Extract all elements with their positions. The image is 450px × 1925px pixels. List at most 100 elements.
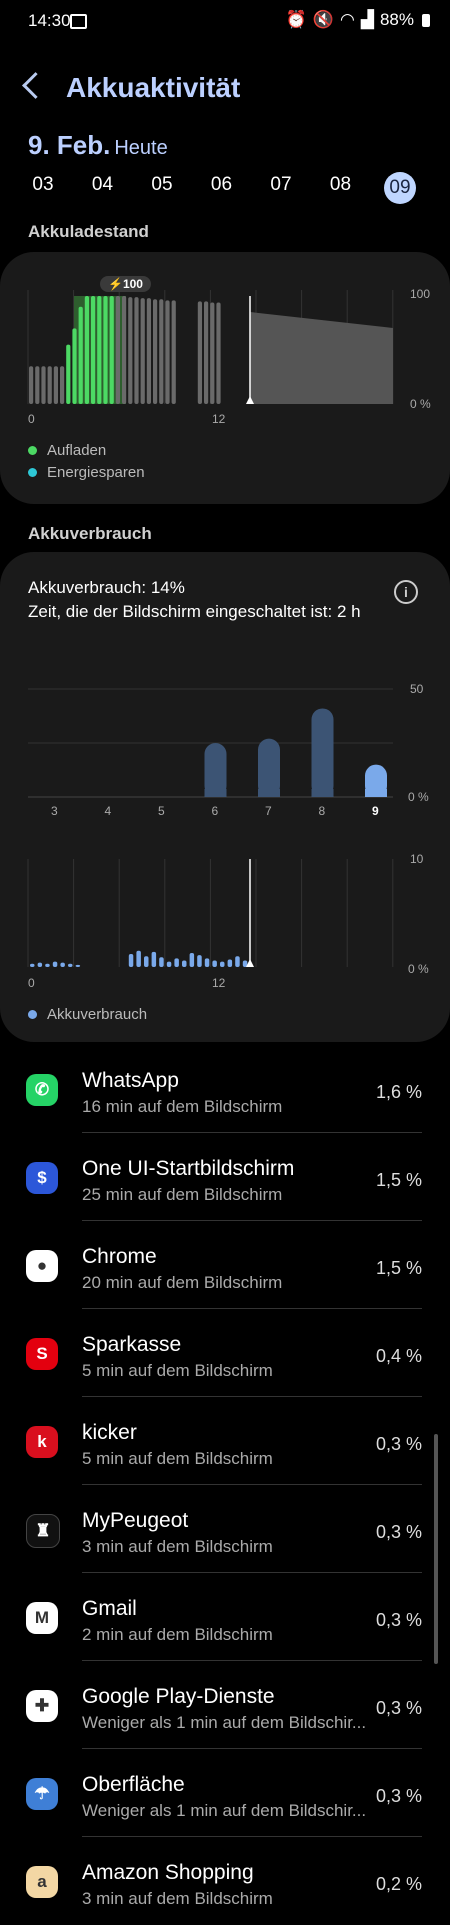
daily-bar — [235, 956, 240, 967]
daily-bar — [30, 963, 35, 967]
charge-bar — [216, 302, 221, 404]
kicker-icon: k — [26, 1426, 58, 1458]
charge-bar — [66, 344, 71, 404]
daily-bar — [60, 962, 65, 967]
charge-bar — [171, 300, 176, 404]
daily-bar — [68, 963, 73, 967]
chrome-icon: ● — [26, 1250, 58, 1282]
weekly-bar-6[interactable] — [204, 743, 227, 797]
app-name: One UI-Startbildschirm — [82, 1157, 295, 1180]
back-arrow-icon[interactable] — [22, 72, 49, 99]
day-07[interactable]: 07 — [263, 174, 299, 196]
day-06[interactable]: 06 — [204, 174, 240, 196]
charge-bar — [210, 302, 215, 404]
legend-usage-dot — [28, 1010, 37, 1019]
app-row-7[interactable]: ✚ Google Play-Dienste Weniger als 1 min au… — [0, 1661, 450, 1749]
charge-bar — [204, 301, 209, 404]
weekly-bar-8[interactable] — [311, 708, 334, 797]
weekly-bar-7[interactable] — [258, 738, 280, 797]
weekly-x-label-8: 8 — [318, 804, 326, 818]
day-08[interactable]: 08 — [323, 174, 359, 196]
legend-charging-label: Aufladen — [47, 442, 107, 459]
google-play-services-icon: ✚ — [26, 1690, 58, 1722]
charge-card: 100 0 % 0 12 ⚡100 Aufladen Energiesparen — [0, 252, 450, 504]
projection-area — [250, 312, 393, 404]
app-name: Gmail — [82, 1597, 137, 1620]
charge-bar — [41, 366, 46, 404]
app-name: kicker — [82, 1421, 137, 1444]
charge-badge: ⚡100 — [100, 276, 151, 292]
app-usage-percent: 0,3 % — [375, 1786, 422, 1806]
gallery-notification-icon — [70, 14, 87, 29]
charge-bar — [197, 301, 202, 404]
legend-power-saving-label: Energiesparen — [47, 464, 145, 481]
sparkasse-icon: S — [26, 1338, 58, 1370]
signal-icon: ▟ — [360, 10, 374, 29]
daily-bar — [197, 955, 202, 967]
charge-x-tick-12: 12 — [212, 412, 226, 426]
app-name: WhatsApp — [82, 1069, 179, 1092]
charge-bar — [91, 296, 96, 404]
amazon-shopping-icon: a — [26, 1866, 58, 1898]
info-icon[interactable]: i — [394, 580, 418, 604]
daily-y-min: 0 % — [408, 962, 429, 976]
app-usage-percent: 0,3 % — [375, 1698, 422, 1718]
app-usage-percent: 1,6 % — [375, 1082, 422, 1102]
mypeugeot-icon: ♜ — [26, 1514, 60, 1548]
wifi-icon: ◠ — [340, 10, 355, 29]
weekly-x-label-9: 9 — [372, 804, 379, 818]
daily-bar — [136, 950, 141, 967]
day-05[interactable]: 05 — [144, 174, 180, 196]
system-ui-icon: ☂ — [26, 1778, 58, 1810]
app-row-3[interactable]: S Sparkasse 5 min auf dem Bildschirm 0,4 % — [0, 1309, 450, 1397]
day-09[interactable]: 09 — [384, 172, 416, 204]
app-row-5[interactable]: ♜ MyPeugeot 3 min auf dem Bildschirm 0,3 % — [0, 1485, 450, 1573]
weekly-x-label-3: 3 — [51, 804, 58, 818]
legend-charging-dot — [28, 446, 37, 455]
charge-bar — [115, 296, 120, 404]
daily-y-max: 10 — [410, 852, 424, 866]
charge-bar — [84, 296, 89, 404]
date-today: Heute — [114, 137, 168, 159]
charge-bar — [109, 296, 114, 404]
app-row-1[interactable]: $ One UI-Startbildschirm 25 min auf dem Bi… — [0, 1133, 450, 1221]
charge-y-min: 0 % — [410, 397, 431, 411]
weekly-x-label-6: 6 — [211, 804, 219, 818]
app-screen-time: 3 min auf dem Bildschirm — [82, 1537, 273, 1556]
usage-card: Akkuverbrauch: 14% Zeit, die der Bildsch… — [0, 552, 450, 1042]
daily-x-tick-12: 12 — [212, 976, 226, 990]
app-name: Chrome — [82, 1245, 157, 1268]
app-usage-percent: 0,3 % — [375, 1522, 422, 1542]
app-row-2[interactable]: ● Chrome 20 min auf dem Bildschirm 1,5 % — [0, 1221, 450, 1309]
app-row-6[interactable]: M Gmail 2 min auf dem Bildschirm 0,3 % — [0, 1573, 450, 1661]
app-row-0[interactable]: ✆ WhatsApp 16 min auf dem Bildschirm 1,6 % — [0, 1045, 450, 1133]
day-04[interactable]: 04 — [85, 174, 121, 196]
app-screen-time: 20 min auf dem Bildschirm — [82, 1273, 283, 1292]
charge-bar — [134, 297, 139, 404]
app-usage-percent: 0,2 % — [375, 1874, 422, 1894]
one-ui-home-icon: $ — [26, 1162, 58, 1194]
app-row-4[interactable]: k kicker 5 min auf dem Bildschirm 0,3 % — [0, 1397, 450, 1485]
app-screen-time: 3 min auf dem Bildschirm — [82, 1889, 273, 1908]
status-time: 14:30 — [28, 11, 71, 30]
app-usage-percent: 1,5 % — [375, 1258, 422, 1278]
app-row-9[interactable]: a Amazon Shopping 3 min auf dem Bildschirm… — [0, 1837, 450, 1925]
daily-bar — [182, 960, 187, 967]
daily-bar — [189, 952, 195, 967]
weekly-x-label-4: 4 — [104, 804, 112, 818]
date-heading: 9. Feb. Heute — [28, 130, 168, 161]
section-title-charge: Akkuladestand — [28, 222, 149, 241]
daily-bar — [144, 956, 149, 967]
app-usage-percent: 1,5 % — [375, 1170, 422, 1190]
app-row-8[interactable]: ☂ Oberfläche Weniger als 1 min auf dem Bil… — [0, 1749, 450, 1837]
daily-bar — [212, 960, 217, 967]
usage-charts — [27, 688, 394, 967]
charge-bar — [165, 300, 170, 404]
daily-bar — [75, 964, 81, 967]
app-usage-percent: 0,4 % — [375, 1346, 422, 1366]
scrollbar[interactable] — [434, 1434, 438, 1664]
charge-bar — [159, 299, 164, 404]
daily-bar — [52, 961, 58, 967]
day-03[interactable]: 03 — [25, 174, 61, 196]
battery-icon — [422, 13, 430, 27]
